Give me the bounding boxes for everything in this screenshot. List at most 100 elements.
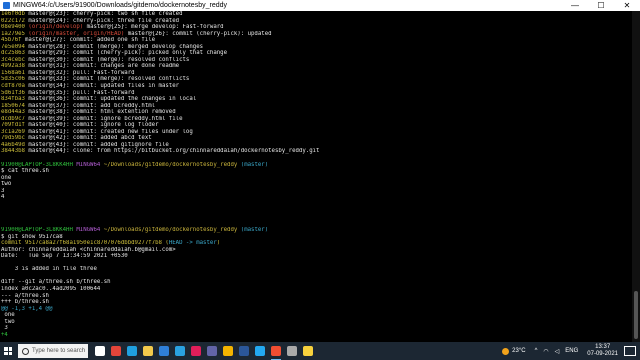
word-icon-glyph <box>239 346 249 356</box>
terminal-text: --- a/three.sh <box>1 292 49 299</box>
terminal-text: 91900@LAPTOP-3L8KK4HH <box>1 161 73 168</box>
clock-date: 07-09-2021 <box>587 351 618 357</box>
sticky-notes-icon-glyph <box>303 346 313 356</box>
task-view-icon-glyph <box>95 346 105 356</box>
taskbar-apps <box>92 342 316 360</box>
file-explorer-icon-glyph <box>143 346 153 356</box>
terminal-text: ) <box>216 240 221 247</box>
terminal-text: 08e9400 <box>1 24 25 31</box>
terminal-text: master@{35}: pull: Fast-forward <box>24 89 135 96</box>
scrollbar-thumb[interactable] <box>634 291 638 339</box>
terminal-text: 4 <box>1 194 5 201</box>
terminal-output[interactable]: 1e6f0db master@{23}: cherry-pick: two sh… <box>0 11 633 342</box>
slack-icon[interactable] <box>188 342 204 360</box>
git-bash-icon[interactable] <box>268 342 284 360</box>
terminal-text: 834fba3 <box>1 96 25 103</box>
chrome-icon[interactable] <box>108 342 124 360</box>
title-bar: MINGW64:/c/Users/91900/Downloads/gitdemo… <box>0 0 640 11</box>
window-title: MINGW64:/c/Users/91900/Downloads/gitdemo… <box>13 2 227 9</box>
slack-icon-glyph <box>191 346 201 356</box>
terminal-text: master@{26}: commit (cherry-pick): updat… <box>124 30 272 37</box>
chrome-icon-2-glyph <box>223 346 233 356</box>
terminal-text: Date: Tue Sep 7 13:34:59 2021 +0530 <box>1 253 128 260</box>
terminal-scrollbar[interactable] <box>632 11 640 342</box>
sticky-notes-icon[interactable] <box>300 342 316 360</box>
teams-icon[interactable] <box>204 342 220 360</box>
volume-icon[interactable]: ◁ <box>555 348 560 355</box>
chrome-icon-2[interactable] <box>220 342 236 360</box>
terminal-text: 45b76f <box>1 37 22 44</box>
terminal-text: 1568a61 <box>1 69 25 76</box>
search-placeholder: Type here to search <box>32 348 86 354</box>
clock-time: 13:37 <box>595 344 611 350</box>
terminal-text: e8d44a3 <box>1 109 25 116</box>
terminal-text: master@{24}: cherry-pick: three file cre… <box>24 17 180 24</box>
terminal-text: master@{37}: commit: add bcreddy.html <box>24 102 156 109</box>
close-button[interactable]: ✕ <box>614 0 640 11</box>
terminal-text: master@{30}: commit (merge): resolved co… <box>24 56 190 63</box>
terminal-text: 022c172 <box>1 17 25 24</box>
taskbar-search[interactable]: Type here to search <box>18 344 88 358</box>
terminal-text: master@{28}: commit (merge): merged deve… <box>24 43 204 50</box>
terminal-text: index a0c2ac0..4ad2095 100644 <box>1 285 101 292</box>
photos-icon[interactable] <box>172 342 188 360</box>
store-icon[interactable] <box>156 342 172 360</box>
terminal-text: cdf870a <box>1 83 25 90</box>
settings-icon[interactable] <box>284 342 300 360</box>
weather-widget[interactable]: 23°C <box>502 347 526 355</box>
network-icon[interactable]: ◠ <box>543 348 548 355</box>
terminal-text: master@{38}: commit: html extention remo… <box>24 109 176 116</box>
language-indicator[interactable]: ENG <box>565 348 578 354</box>
terminal-text: ~/Downloads/gitdemo/dockernotesby_reddy <box>103 227 238 234</box>
terminal-text: 3 <box>1 325 8 332</box>
terminal-text: 3c1a269 <box>1 128 25 135</box>
terminal-text: master@{34}: commit: updated files in ma… <box>24 83 180 90</box>
terminal-text: master@{40}: commit: ignore log floder <box>24 122 159 129</box>
clock[interactable]: 13:37 07-09-2021 <box>587 344 618 358</box>
terminal-text: 1e6f0db <box>1 11 25 17</box>
terminal-text: 1850674 <box>1 102 25 109</box>
terminal-text: +++ b/three.sh <box>1 299 49 306</box>
terminal-text: 5d35c06 <box>1 76 25 83</box>
settings-icon-glyph <box>287 346 297 356</box>
terminal-text: (master) <box>240 227 269 234</box>
terminal-text: 709fd1f <box>1 122 25 129</box>
terminal-text: 1a279e5 <box>1 30 25 37</box>
maximize-button[interactable]: ☐ <box>588 0 614 11</box>
terminal-text: commit 9517ca8a27f68a1950e1c8707076dbbd9… <box>1 240 166 247</box>
terminal-text: $ cat three.sh <box>1 168 49 175</box>
notification-icon[interactable] <box>624 346 636 356</box>
start-button[interactable] <box>0 342 16 360</box>
terminal-text: (origin/master, origin/HEAD) <box>28 30 125 37</box>
word-icon[interactable] <box>236 342 252 360</box>
terminal-text: ~/Downloads/gitdemo/dockernotesby_reddy <box>103 161 238 168</box>
terminal-text: 4a6b49d <box>1 141 25 148</box>
terminal-text: master@{41}: commit: created new files u… <box>24 128 193 135</box>
terminal-text: master@{32}: pull: Fast-forward <box>24 69 135 76</box>
terminal-text: MINGW64 <box>76 161 101 168</box>
terminal-text: one <box>1 312 15 319</box>
terminal-text: master@{29}: commit (cherry-pick): picke… <box>24 50 228 57</box>
system-tray: 23°C ^ ◠ ◁ ENG 13:37 07-09-2021 <box>502 342 640 360</box>
terminal-text: diff --git a/three.sh b/three.sh <box>1 279 111 286</box>
minimize-button[interactable]: — <box>562 0 588 11</box>
terminal-text: master@{23}: cherry-pick: two sh file cr… <box>24 11 183 17</box>
terminal-text: 79d59bc <box>1 135 25 142</box>
terminal-text: $ git show 9517ca8 <box>1 233 63 240</box>
edge-icon[interactable] <box>124 342 140 360</box>
search-icon <box>22 347 29 355</box>
terminal-text: Author: chinnareddaiah <chinnareddaiah.b… <box>1 246 176 253</box>
terminal-text: 5d61f36 <box>1 89 25 96</box>
file-explorer-icon[interactable] <box>140 342 156 360</box>
terminal-text: master@{44}: clone: from https://bitbuck… <box>24 148 320 155</box>
terminal-text: dcdb9c7 <box>1 115 25 122</box>
terminal-text: 38443b8 <box>1 148 25 155</box>
terminal-text: MINGW64 <box>76 227 101 234</box>
terminal-text: HEAD -> master <box>168 240 217 247</box>
vscode-icon[interactable] <box>252 342 268 360</box>
terminal-text: master@{36}: commit: updated the changes… <box>24 96 197 103</box>
terminal-text: master@{39}: commit: ignore bcreddy.html… <box>24 115 183 122</box>
terminal-text: 3c4cebc <box>1 56 25 63</box>
chevron-up-icon[interactable]: ^ <box>535 348 538 354</box>
task-view-icon[interactable] <box>92 342 108 360</box>
